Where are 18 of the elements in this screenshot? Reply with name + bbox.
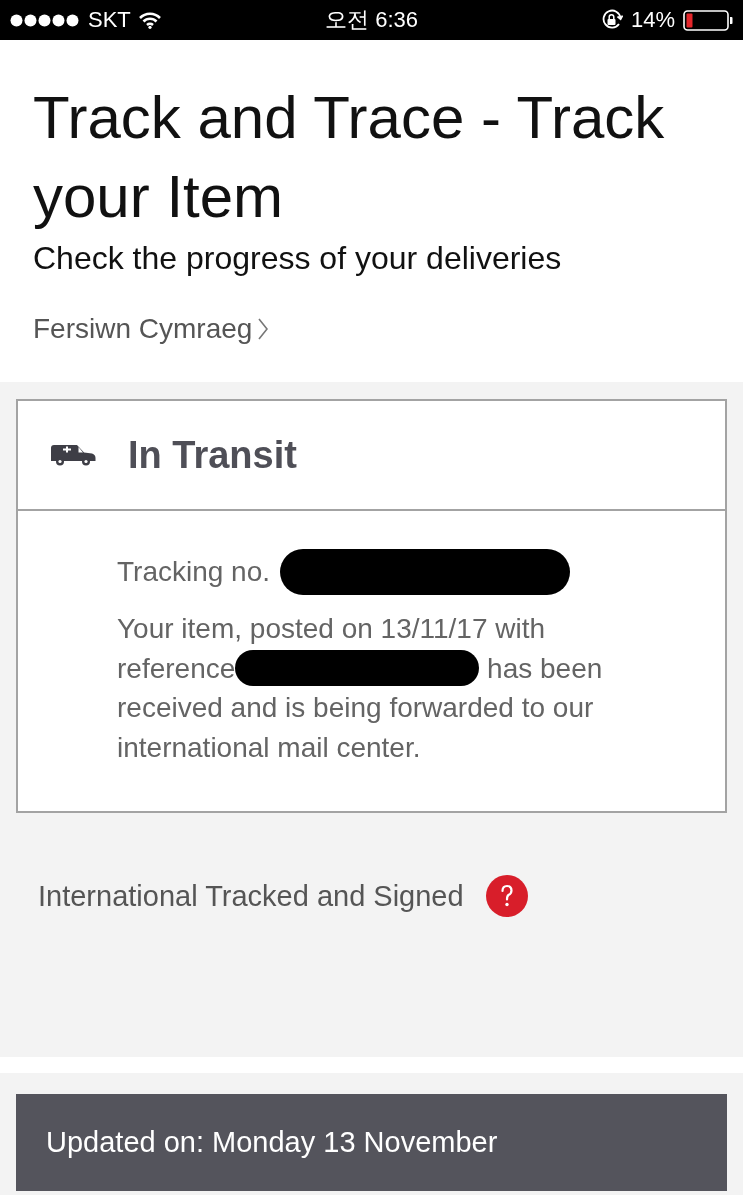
battery-percent: 14% — [630, 9, 675, 31]
clock-time: 오전 6:36 — [325, 9, 418, 31]
help-icon[interactable] — [485, 875, 528, 917]
chevron-right-icon — [258, 318, 269, 340]
status-title: In Transit — [128, 433, 297, 477]
carrier-name: SKT — [88, 9, 131, 31]
van-icon — [50, 444, 96, 466]
wifi-icon — [138, 11, 161, 29]
page-title: Track and Trace - Track your Item — [33, 83, 666, 232]
updated-date: Updated on: Monday 13 November — [46, 1126, 498, 1159]
status-message: Your item, posted on 13/11/17 with reference has been received and is being forwarded to our international mail center. — [117, 612, 604, 765]
signal-icon — [10, 13, 80, 27]
battery-icon — [683, 9, 733, 31]
tracking-label: Tracking no. — [117, 555, 271, 590]
language-link[interactable]: Fersiwn Cymraeg — [33, 312, 269, 346]
page-subtitle: Check the progress of your deliveries — [33, 239, 563, 278]
rotation-lock-icon — [600, 9, 623, 31]
service-name: International Tracked and Signed — [38, 879, 464, 913]
